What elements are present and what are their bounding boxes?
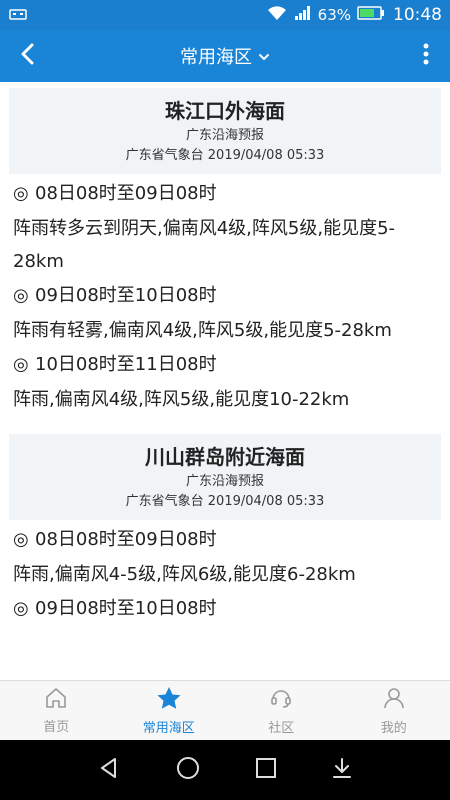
divider xyxy=(0,416,450,428)
wifi-icon xyxy=(266,5,288,25)
bullseye-icon: ◎ xyxy=(13,529,29,550)
nav-label-favorite-areas: 常用海区 xyxy=(142,720,195,736)
more-menu-button[interactable] xyxy=(408,38,444,74)
title-dropdown[interactable]: 常用海区 xyxy=(180,43,270,69)
clock: 10:48 xyxy=(393,5,442,25)
forecast-period: ◎ 09日08时至10日08时 xyxy=(13,591,437,627)
nav-item-favorite-areas[interactable]: 常用海区 xyxy=(113,681,226,740)
nav-item-mine[interactable]: 我的 xyxy=(338,681,450,740)
forecast-period: ◎ 10日08时至11日08时 xyxy=(13,347,437,383)
forecast-block: ◎ 08日08时至09日08时 阵雨,偏南风4-5级,阵风6级,能见度6-28k… xyxy=(9,520,441,627)
chevron-left-icon xyxy=(18,42,38,70)
period-text: 10日08时至11日08时 xyxy=(35,354,217,375)
status-bar: 63% 10:48 xyxy=(0,0,450,30)
area-card: 川山群岛附近海面 广东沿海预报 广东省气象台 2019/04/08 05:33 … xyxy=(0,428,450,627)
area-source: 广东沿海预报 xyxy=(185,128,264,143)
forecast-desc: 阵雨有轻雾,偏南风4级,阵风5级,能见度5-28km xyxy=(13,320,392,341)
bullseye-icon: ◎ xyxy=(13,285,29,306)
bottom-nav: 首页 常用海区 社区 我的 xyxy=(0,680,450,740)
nav-item-community[interactable]: 社区 xyxy=(225,681,338,740)
area-card: 珠江口外海面 广东沿海预报 广东省气象台 2019/04/08 05:33 ◎ … xyxy=(0,82,450,416)
area-name: 川山群岛附近海面 xyxy=(145,445,305,469)
home-icon xyxy=(44,687,68,713)
nav-label-mine: 我的 xyxy=(380,720,407,736)
system-recents-icon[interactable] xyxy=(255,757,277,783)
forecast-period: ◎ 09日08时至10日08时 xyxy=(13,278,437,314)
back-button[interactable] xyxy=(10,38,46,74)
nav-label-home: 首页 xyxy=(43,719,70,735)
area-header: 珠江口外海面 广东沿海预报 广东省气象台 2019/04/08 05:33 xyxy=(9,88,441,174)
forecast-desc: 阵雨,偏南风4-5级,阵风6级,能见度6-28km xyxy=(13,564,356,585)
system-back-icon[interactable] xyxy=(97,756,121,784)
bullseye-icon: ◎ xyxy=(13,183,29,204)
headset-icon xyxy=(269,686,293,714)
area-header: 川山群岛附近海面 广东沿海预报 广东省气象台 2019/04/08 05:33 xyxy=(9,434,441,520)
forecast-block: ◎ 08日08时至09日08时 阵雨转多云到阴天,偏南风4级,阵风5级,能见度5… xyxy=(9,174,441,416)
nav-label-community: 社区 xyxy=(268,720,295,736)
page-title: 常用海区 xyxy=(180,47,252,68)
system-notification-pull-icon[interactable] xyxy=(331,756,353,784)
nav-item-home[interactable]: 首页 xyxy=(0,681,113,740)
user-icon xyxy=(382,686,406,714)
forecast-desc: 阵雨转多云到阴天,偏南风4级,阵风5级,能见度5-28km xyxy=(13,218,396,272)
forecast-desc: 阵雨,偏南风4级,阵风5级,能见度10-22km xyxy=(13,389,350,410)
more-vertical-icon xyxy=(422,42,430,70)
forecast-period: ◎ 08日08时至09日08时 xyxy=(13,522,437,558)
signal-icon xyxy=(294,5,312,25)
system-nav-bar xyxy=(0,740,450,800)
period-text: 08日08时至09日08时 xyxy=(35,183,217,204)
area-name: 珠江口外海面 xyxy=(165,99,285,123)
period-text: 09日08时至10日08时 xyxy=(35,598,217,619)
chevron-down-icon xyxy=(258,46,270,67)
forecast-period: ◎ 08日08时至09日08时 xyxy=(13,176,437,212)
app-bar: 常用海区 xyxy=(0,30,450,82)
app-screen: 63% 10:48 常用海区 珠江口外海面 广东沿海预报 广东省气象台 2019… xyxy=(0,0,450,800)
star-icon xyxy=(156,686,182,714)
area-source: 广东沿海预报 xyxy=(185,474,264,489)
bullseye-icon: ◎ xyxy=(13,598,29,619)
period-text: 09日08时至10日08时 xyxy=(35,285,217,306)
battery-icon xyxy=(357,5,385,25)
forecast-list[interactable]: 珠江口外海面 广东沿海预报 广东省气象台 2019/04/08 05:33 ◎ … xyxy=(0,82,450,680)
area-issuer: 广东省气象台 2019/04/08 05:33 xyxy=(125,494,325,509)
system-home-icon[interactable] xyxy=(175,755,201,785)
bullseye-icon: ◎ xyxy=(13,354,29,375)
period-text: 08日08时至09日08时 xyxy=(35,529,217,550)
area-issuer: 广东省气象台 2019/04/08 05:33 xyxy=(125,148,325,163)
android-debug-icon xyxy=(8,6,28,25)
battery-percent: 63% xyxy=(317,6,351,24)
